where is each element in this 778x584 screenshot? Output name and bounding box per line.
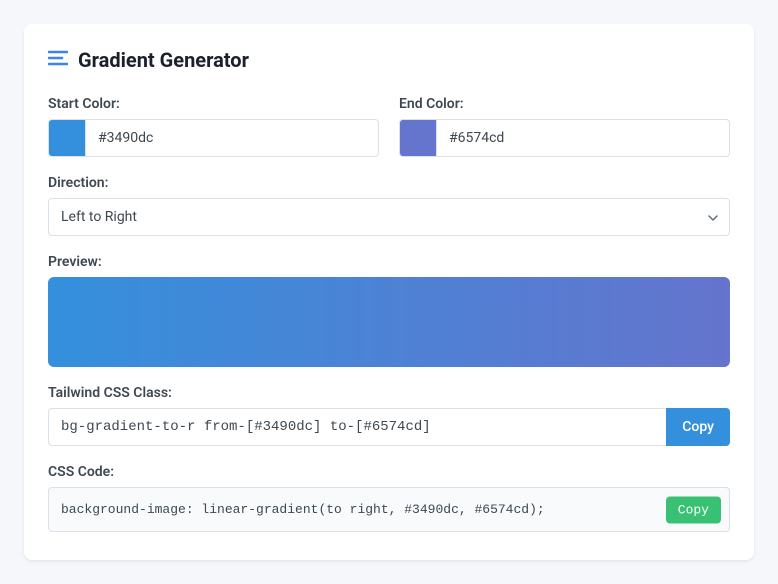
tailwind-label: Tailwind CSS Class:: [48, 385, 730, 401]
copy-tailwind-button[interactable]: Copy: [666, 408, 730, 446]
menu-icon: [48, 49, 68, 71]
start-color-input[interactable]: [86, 119, 379, 157]
direction-label: Direction:: [48, 175, 730, 191]
end-color-swatch[interactable]: [399, 119, 437, 157]
preview-label: Preview:: [48, 254, 730, 270]
start-color-swatch[interactable]: [48, 119, 86, 157]
end-color-label: End Color:: [399, 96, 730, 112]
gradient-preview: [48, 277, 730, 367]
tailwind-class-input[interactable]: [48, 408, 666, 446]
gradient-generator-card: Gradient Generator Start Color: End Colo…: [24, 24, 754, 560]
css-code-block: background-image: linear-gradient(to rig…: [48, 487, 730, 532]
direction-select[interactable]: Left to Right: [48, 198, 730, 236]
page-title: Gradient Generator: [78, 48, 249, 72]
start-color-input-group: [48, 119, 379, 157]
end-color-input-group: [399, 119, 730, 157]
start-color-label: Start Color:: [48, 96, 379, 112]
css-label: CSS Code:: [48, 464, 730, 480]
end-color-input[interactable]: [437, 119, 730, 157]
copy-css-button[interactable]: Copy: [666, 496, 721, 523]
header: Gradient Generator: [48, 48, 730, 72]
css-code-text: background-image: linear-gradient(to rig…: [61, 502, 545, 517]
